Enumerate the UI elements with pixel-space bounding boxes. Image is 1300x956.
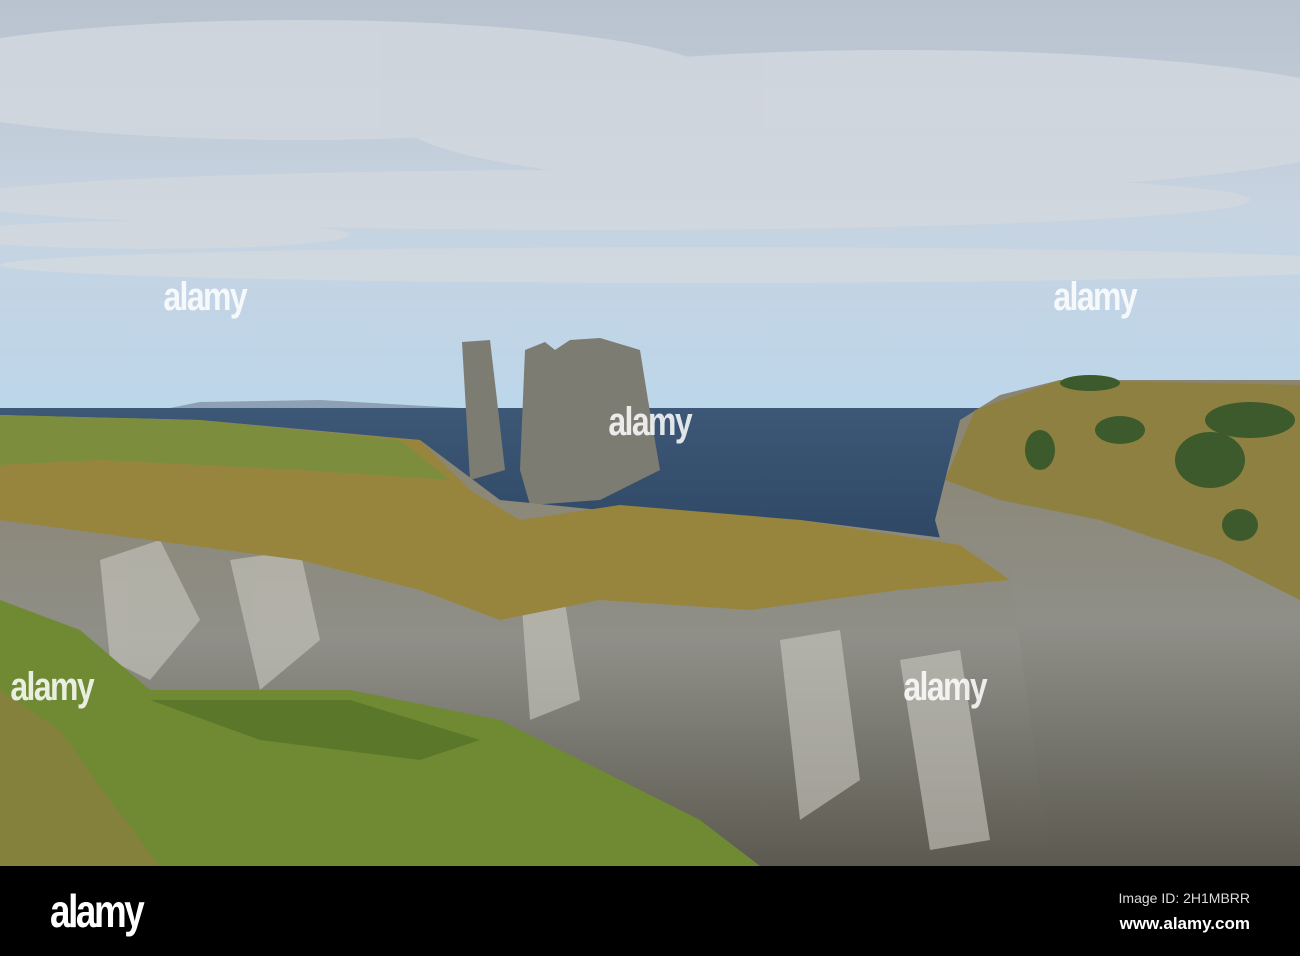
alamy-logo: alamy (50, 885, 145, 937)
footer-bar: alamy Image ID: 2H1MBRR www.alamy.com (0, 866, 1300, 956)
image-id: Image ID: 2H1MBRR (1118, 890, 1250, 906)
watermark: alamy (608, 400, 692, 444)
watermark: alamy (10, 665, 94, 709)
watermark: alamy (1053, 275, 1137, 319)
watermark: alamy (163, 275, 247, 319)
watermark: alamy (903, 665, 987, 709)
website-link[interactable]: www.alamy.com (1120, 914, 1250, 934)
stock-photo: alamy alamy alamy alamy alamy alamy Imag… (0, 0, 1300, 956)
